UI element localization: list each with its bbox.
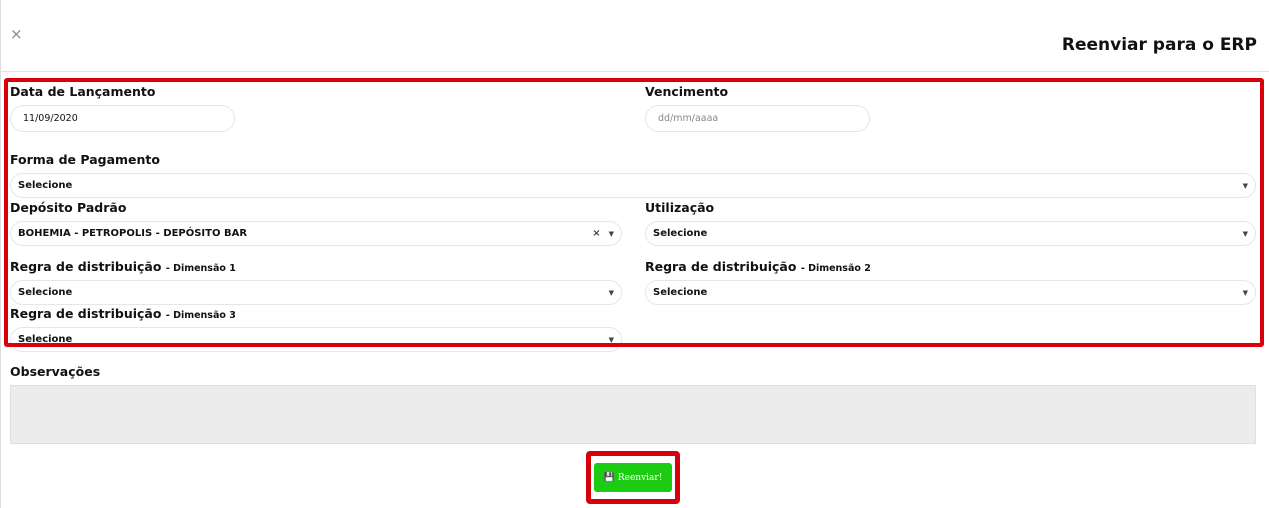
divider (0, 71, 1269, 72)
regra3-label: Regra de distribuição - Dimensão 3 (10, 306, 236, 321)
selected-value: Selecione (653, 287, 708, 298)
selected-value: Selecione (18, 287, 73, 298)
chevron-down-icon: ▼ (1242, 229, 1248, 238)
modal-title: Reenviar para o ERP (1061, 35, 1257, 55)
button-label: Reenviar! (617, 472, 663, 483)
chevron-down-icon: ▼ (1242, 181, 1248, 190)
chevron-down-icon: ▼ (608, 288, 614, 297)
regra1-label: Regra de distribuição - Dimensão 1 (10, 259, 236, 274)
close-icon[interactable]: × (10, 25, 23, 43)
utilizacao-select[interactable]: Selecione ▼ (645, 221, 1256, 246)
vencimento-input[interactable]: dd/mm/aaaa (645, 105, 870, 132)
selected-value: BOHEMIA - PETROPOLIS - DEPÓSITO BAR (18, 228, 248, 239)
label-text: Regra de distribuição (10, 306, 162, 321)
selected-value: Selecione (18, 180, 73, 191)
vencimento-label: Vencimento (645, 84, 729, 99)
deposito-label: Depósito Padrão (10, 200, 127, 215)
selected-value: Selecione (18, 334, 73, 345)
clear-icon[interactable]: × (592, 228, 600, 239)
label-sub: - Dimensão 3 (165, 310, 236, 321)
label-text: Regra de distribuição (645, 259, 797, 274)
selected-value: Selecione (653, 228, 708, 239)
chevron-down-icon: ▼ (608, 229, 614, 238)
label-text: Regra de distribuição (10, 259, 162, 274)
label-sub: - Dimensão 2 (800, 263, 871, 274)
regra2-label: Regra de distribuição - Dimensão 2 (645, 259, 871, 274)
regra1-select[interactable]: Selecione ▼ (10, 280, 622, 305)
deposito-select[interactable]: BOHEMIA - PETROPOLIS - DEPÓSITO BAR × ▼ (10, 221, 622, 246)
label-sub: - Dimensão 1 (165, 263, 236, 274)
chevron-down-icon: ▼ (1242, 288, 1248, 297)
left-edge (0, 0, 1, 508)
observacoes-label: Observações (10, 364, 101, 379)
forma-pagamento-label: Forma de Pagamento (10, 152, 160, 167)
forma-pagamento-select[interactable]: Selecione ▼ (10, 173, 1256, 198)
regra2-select[interactable]: Selecione ▼ (645, 280, 1256, 305)
chevron-down-icon: ▼ (608, 335, 614, 344)
utilizacao-label: Utilização (645, 200, 715, 215)
data-lancamento-input[interactable]: 11/09/2020 (10, 105, 235, 132)
data-lancamento-label: Data de Lançamento (10, 84, 156, 99)
regra3-select[interactable]: Selecione ▼ (10, 327, 622, 352)
observacoes-textarea[interactable] (10, 385, 1256, 444)
floppy-disk-icon: 💾 (603, 472, 615, 483)
reenviar-button[interactable]: 💾 Reenviar! (594, 463, 672, 492)
